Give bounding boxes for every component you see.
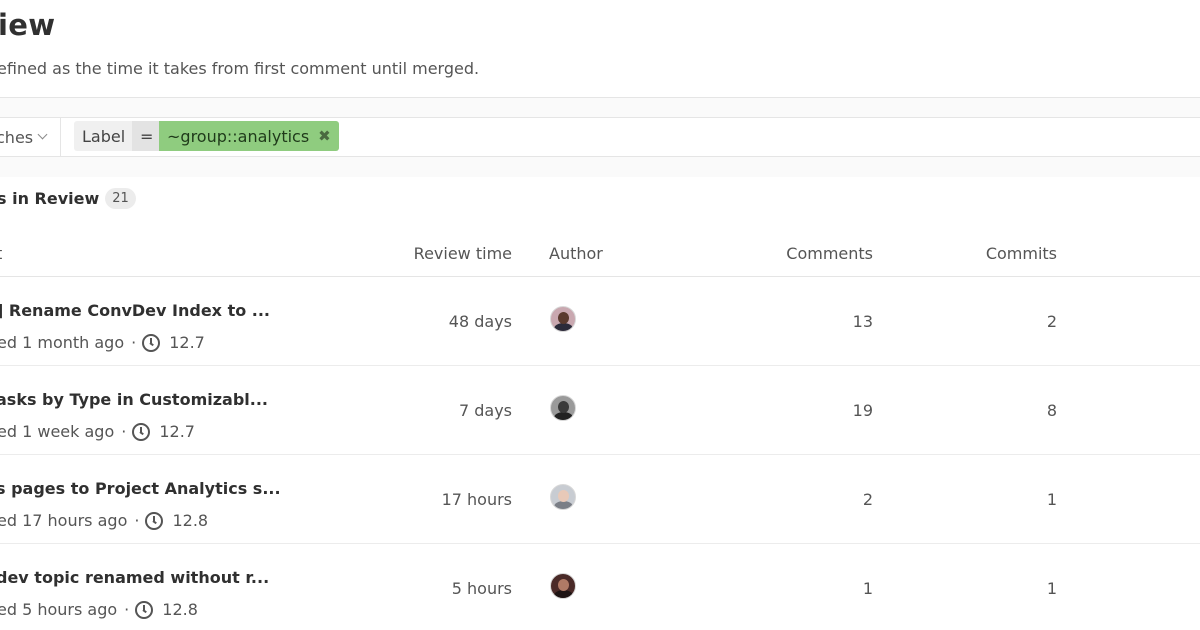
filter-bar: ches Label = ~group::analytics ✖ xyxy=(0,117,1200,157)
avatar-head xyxy=(558,579,569,591)
comments-count: 13 xyxy=(852,312,873,331)
page-title: iew xyxy=(0,8,56,42)
clock-icon xyxy=(135,600,154,619)
column-header-review-time[interactable]: Review time xyxy=(414,244,512,263)
column-header-commits[interactable]: Commits xyxy=(986,244,1057,263)
filter-token-value-label: ~group::analytics xyxy=(167,126,310,146)
commits-count: 2 xyxy=(1046,312,1057,331)
milestone[interactable]: 12.7 xyxy=(169,333,205,352)
review-time: 5 hours xyxy=(451,579,512,598)
merge-request-title[interactable]: s pages to Project Analytics s... xyxy=(0,479,281,498)
review-time: 48 days xyxy=(448,312,512,331)
table-row[interactable]: s pages to Project Analytics s... ed 17 h… xyxy=(0,455,1200,544)
avatar[interactable] xyxy=(550,395,576,421)
avatar[interactable] xyxy=(550,573,576,599)
commits-count: 1 xyxy=(1046,579,1057,598)
table-row[interactable]: asks by Type in Customizabl... ed 1 week … xyxy=(0,366,1200,455)
list-heading: s in Review 21 xyxy=(0,188,136,209)
merge-request-title[interactable]: ] Rename ConvDev Index to ... xyxy=(0,301,270,320)
review-time: 7 days xyxy=(458,401,512,420)
comments-count: 1 xyxy=(862,579,873,598)
avatar[interactable] xyxy=(550,484,576,510)
opened-time: ed 1 week ago xyxy=(0,422,115,441)
merge-request-meta: ed 17 hours ago · 12.8 xyxy=(0,511,208,530)
page-description: efined as the time it takes from first c… xyxy=(0,59,480,78)
chevron-down-icon xyxy=(37,129,48,139)
merge-request-title[interactable]: dev topic renamed without r... xyxy=(0,568,269,587)
review-time: 17 hours xyxy=(441,490,512,509)
opened-time: ed 17 hours ago xyxy=(0,511,128,530)
milestone[interactable]: 12.8 xyxy=(172,511,208,530)
commits-count: 8 xyxy=(1046,401,1057,420)
column-header-author[interactable]: Author xyxy=(549,244,603,263)
comments-count: 19 xyxy=(852,401,873,420)
avatar-head xyxy=(558,312,569,324)
avatar[interactable] xyxy=(550,306,576,332)
merge-request-meta: ed 5 hours ago · 12.8 xyxy=(0,600,198,619)
filter-token-key[interactable]: Label xyxy=(74,121,136,151)
clock-icon xyxy=(145,511,164,530)
table-row[interactable]: dev topic renamed without r... ed 5 hours… xyxy=(0,544,1200,630)
comments-count: 2 xyxy=(862,490,873,509)
separator-dot: · xyxy=(131,333,137,352)
merge-request-meta: ed 1 week ago · 12.7 xyxy=(0,422,195,441)
column-header-comments[interactable]: Comments xyxy=(786,244,873,263)
list-heading-label: s in Review xyxy=(0,189,100,208)
opened-time: ed 1 month ago xyxy=(0,333,125,352)
close-icon[interactable]: ✖ xyxy=(318,127,331,145)
table-row[interactable]: ] Rename ConvDev Index to ... ed 1 month … xyxy=(0,277,1200,366)
opened-time: ed 5 hours ago xyxy=(0,600,118,619)
clock-icon xyxy=(132,422,151,441)
filter-token-value[interactable]: ~group::analytics ✖ xyxy=(159,121,339,151)
commits-count: 1 xyxy=(1046,490,1057,509)
avatar-head xyxy=(558,490,569,502)
separator-dot: · xyxy=(134,511,140,530)
separator-dot: · xyxy=(121,422,127,441)
avatar-body xyxy=(554,501,573,509)
page: iew efined as the time it takes from fir… xyxy=(0,0,1200,630)
branch-dropdown[interactable]: ches xyxy=(0,118,61,156)
separator-dot: · xyxy=(124,600,130,619)
avatar-body xyxy=(554,590,573,598)
column-header-title[interactable]: t xyxy=(0,244,2,263)
merge-request-title[interactable]: asks by Type in Customizabl... xyxy=(0,390,268,409)
avatar-body xyxy=(554,412,573,420)
merge-request-meta: ed 1 month ago · 12.7 xyxy=(0,333,205,352)
filter-token-operator[interactable]: = xyxy=(132,121,162,151)
avatar-head xyxy=(558,401,569,413)
avatar-body xyxy=(554,323,573,331)
branch-dropdown-label: ches xyxy=(0,127,34,147)
clock-icon xyxy=(142,333,161,352)
milestone[interactable]: 12.7 xyxy=(159,422,195,441)
count-badge: 21 xyxy=(105,188,136,209)
milestone[interactable]: 12.8 xyxy=(162,600,198,619)
